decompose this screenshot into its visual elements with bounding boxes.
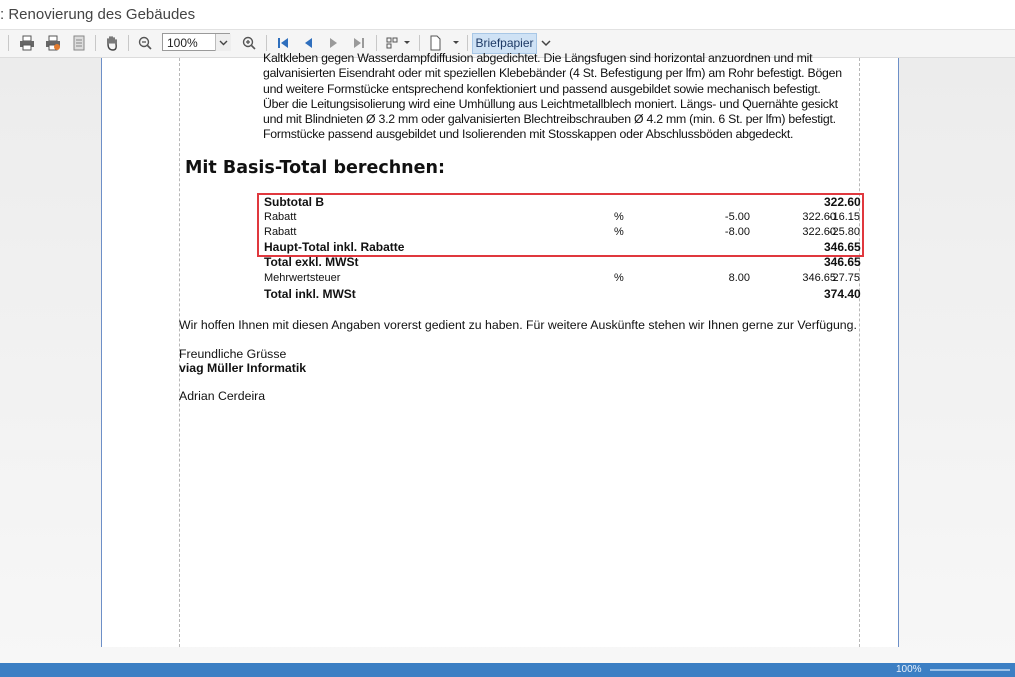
totals-row-total-incl-vat: Total inkl. MWSt 374.40 <box>264 287 861 302</box>
text-line: galvanisierten Eisendraht oder mit spezi… <box>263 66 842 81</box>
zoom-in-icon[interactable] <box>240 34 258 52</box>
next-page-icon[interactable] <box>325 34 343 52</box>
row-label: Total inkl. MWSt <box>264 287 356 301</box>
toolbar-separator <box>95 35 96 51</box>
toolbar-separator <box>419 35 420 51</box>
window-title: : Renovierung des Gebäudes <box>0 6 196 23</box>
previous-page-icon[interactable] <box>299 34 317 52</box>
zoom-value: 100% <box>167 36 198 50</box>
toolbar-separator <box>8 35 9 51</box>
page-setup-icon[interactable] <box>70 34 88 52</box>
print-preview-icon[interactable] <box>44 34 62 52</box>
section-heading: Mit Basis-Total berechnen: <box>185 158 445 178</box>
description-text: Kaltkleben gegen Wasserdampfdiffusion ab… <box>263 51 863 143</box>
company-name: viag Müller Informatik <box>179 361 307 375</box>
closing-paragraph: Wir hoffen Ihnen mit diesen Angaben vore… <box>179 318 857 332</box>
print-icon[interactable] <box>18 34 36 52</box>
last-page-icon[interactable] <box>350 34 368 52</box>
greeting: Freundliche Grüsse <box>179 347 287 361</box>
row-label: Total exkl. MWSt <box>264 255 359 269</box>
totals-row-total-excl-vat: Total exkl. MWSt 346.65 <box>264 255 861 270</box>
toolbar-separator <box>376 35 377 51</box>
row-amount: 374.40 <box>824 287 861 301</box>
text-line: Kaltkleben gegen Wasserdampfdiffusion ab… <box>263 51 813 65</box>
row-percent: 8.00 <box>728 272 750 284</box>
zoom-slider[interactable] <box>930 669 1010 671</box>
zoom-dropdown-button[interactable] <box>215 34 231 51</box>
row-amount: 346.65 <box>824 255 861 269</box>
right-margin-guide <box>859 58 860 647</box>
zoom-out-icon[interactable] <box>136 34 154 52</box>
row-amount: 27.75 <box>832 272 860 284</box>
title-bar: : Renovierung des Gebäudes <box>0 0 1015 30</box>
text-line: Über die Leitungsisolierung wird eine Um… <box>263 96 838 111</box>
document-page: Kaltkleben gegen Wasserdampfdiffusion ab… <box>101 51 899 647</box>
row-label: Mehrwertsteuer <box>264 272 341 284</box>
toolbar-separator <box>128 35 129 51</box>
totals-row-vat: Mehrwertsteuer % 8.00 346.65 27.75 <box>264 271 860 286</box>
toolbar-separator <box>467 35 468 51</box>
toolbar-separator <box>266 35 267 51</box>
hand-tool-icon[interactable] <box>103 34 121 52</box>
status-zoom: 100% <box>896 664 922 675</box>
text-line: Formstücke passend ausgebildet und Isoli… <box>263 127 794 142</box>
document-viewer[interactable]: Kaltkleben gegen Wasserdampfdiffusion ab… <box>0 51 1015 663</box>
chevron-down-icon[interactable] <box>539 34 553 52</box>
signatory-name: Adrian Cerdeira <box>179 389 266 403</box>
export-icon[interactable] <box>426 34 462 52</box>
chevron-down-icon <box>219 40 228 46</box>
row-unit: % <box>614 272 624 284</box>
highlight-box <box>257 193 864 257</box>
multi-page-icon[interactable] <box>384 34 414 52</box>
text-line: und weitere Formstücke entsprechend konf… <box>263 81 821 96</box>
text-line: und mit Blindnieten Ø 3.2 mm oder galvan… <box>263 112 836 127</box>
status-bar: 100% <box>0 663 1015 677</box>
first-page-icon[interactable] <box>274 34 292 52</box>
